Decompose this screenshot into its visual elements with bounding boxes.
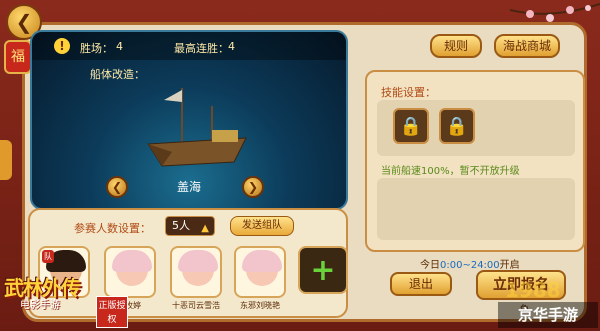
- open-time-text: 今日0:00~24:00开启: [420, 256, 520, 271]
- ship-name: 盖海: [176, 180, 201, 194]
- skill-settings-label: 技能设置：: [381, 86, 436, 99]
- exclamation-icon[interactable]: !: [54, 38, 70, 54]
- send-team-button[interactable]: 发送组队: [230, 216, 294, 236]
- skill-description-area: [377, 178, 575, 240]
- back-arrow-icon: ❮: [15, 10, 33, 34]
- avatar-hair: [242, 250, 282, 272]
- side-tab-handle[interactable]: [0, 140, 12, 180]
- watermark-number: 1988: [505, 278, 561, 302]
- ship-speed-text: 当前船速100%，暂不开放升级: [381, 166, 520, 177]
- ship-preview-panel: ! 胜场： 4 最高连胜： 4 船体改造： ❮ 盖海 ❯: [30, 30, 348, 210]
- lantern-icon: 福: [4, 40, 32, 74]
- skill-slot-locked[interactable]: 🔒: [439, 108, 475, 144]
- game-logo-subtitle: 电影手游: [20, 300, 60, 311]
- participant-count-label: 参赛人数设置：: [74, 222, 151, 235]
- ship-model: [147, 88, 247, 167]
- member-slot[interactable]: [234, 246, 286, 298]
- member-name: 东邪刘晓艳: [240, 301, 280, 310]
- avatar-hair: [112, 250, 152, 272]
- hull-mod-label: 船体改造：: [90, 68, 145, 81]
- member-slot[interactable]: [170, 246, 222, 298]
- shop-button[interactable]: 海战商城: [494, 34, 560, 58]
- rules-button[interactable]: 规则: [430, 34, 482, 58]
- license-badge: 正版授权: [96, 296, 128, 328]
- add-member-button[interactable]: +: [298, 246, 348, 294]
- game-logo: 武林外传 电影手游: [0, 254, 96, 331]
- site-watermark: 京华手游: [498, 302, 598, 328]
- skill-panel: 技能设置： 🔒 🔒 当前船速100%，暂不开放升级: [365, 70, 585, 252]
- skill-slot-locked[interactable]: 🔒: [393, 108, 429, 144]
- participant-count-select[interactable]: 5人 ▲: [165, 216, 215, 236]
- participant-count-value: 5人: [172, 219, 190, 232]
- lock-icon: 🔒: [445, 115, 469, 137]
- next-ship-button[interactable]: ❯: [242, 176, 264, 198]
- max-streak-value: 4: [228, 40, 235, 53]
- dropdown-triangle-icon: ▲: [201, 223, 209, 234]
- member-name: 十恶司云雪浩: [172, 301, 220, 310]
- avatar-hair: [178, 250, 218, 272]
- open-time-prefix: 今日: [420, 260, 440, 271]
- lock-icon: 🔒: [399, 115, 423, 137]
- wins-value: 4: [116, 40, 123, 53]
- plus-icon: +: [310, 252, 336, 288]
- exit-button[interactable]: 退出: [390, 272, 452, 296]
- max-streak-label: 最高连胜：: [174, 42, 229, 55]
- member-slot[interactable]: [104, 246, 156, 298]
- wins-label: 胜场：: [80, 42, 113, 55]
- stats-bar: ! 胜场： 4 最高连胜： 4: [32, 32, 346, 60]
